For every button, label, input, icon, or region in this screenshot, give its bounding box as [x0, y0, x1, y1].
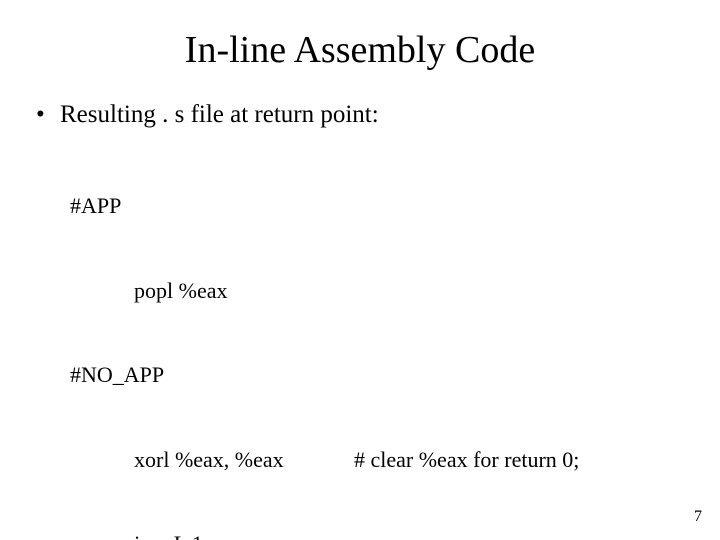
code-instr: popl %eax: [134, 277, 354, 305]
code-instr: jmp L 1: [134, 530, 354, 540]
code-line: #NO_APP: [70, 361, 720, 389]
code-label: [70, 530, 134, 540]
code-instr: xorl %eax, %eax: [134, 446, 354, 474]
code-label: [70, 277, 134, 305]
assembly-code-block: #APP popl %eax #NO_APP xorl %eax, %eax# …: [0, 130, 720, 540]
slide-title: In-line Assembly Code: [0, 0, 720, 90]
code-label: [70, 446, 134, 474]
bullet-item: • Resulting . s file at return point:: [0, 100, 720, 130]
code-label: #APP: [70, 192, 134, 220]
code-line: jmp L 1: [70, 530, 720, 540]
code-label: #NO_APP: [70, 361, 134, 389]
bullet-dot: •: [36, 100, 60, 130]
slide: In-line Assembly Code • Resulting . s fi…: [0, 0, 720, 540]
code-instr: [134, 361, 354, 389]
code-line: popl %eax: [70, 277, 720, 305]
code-line: #APP: [70, 192, 720, 220]
code-comment: # clear %eax for return 0;: [354, 446, 579, 474]
code-instr: [134, 192, 354, 220]
page-number: 7: [694, 508, 702, 526]
code-line: xorl %eax, %eax# clear %eax for return 0…: [70, 446, 720, 474]
bullet-text: Resulting . s file at return point:: [60, 100, 379, 130]
